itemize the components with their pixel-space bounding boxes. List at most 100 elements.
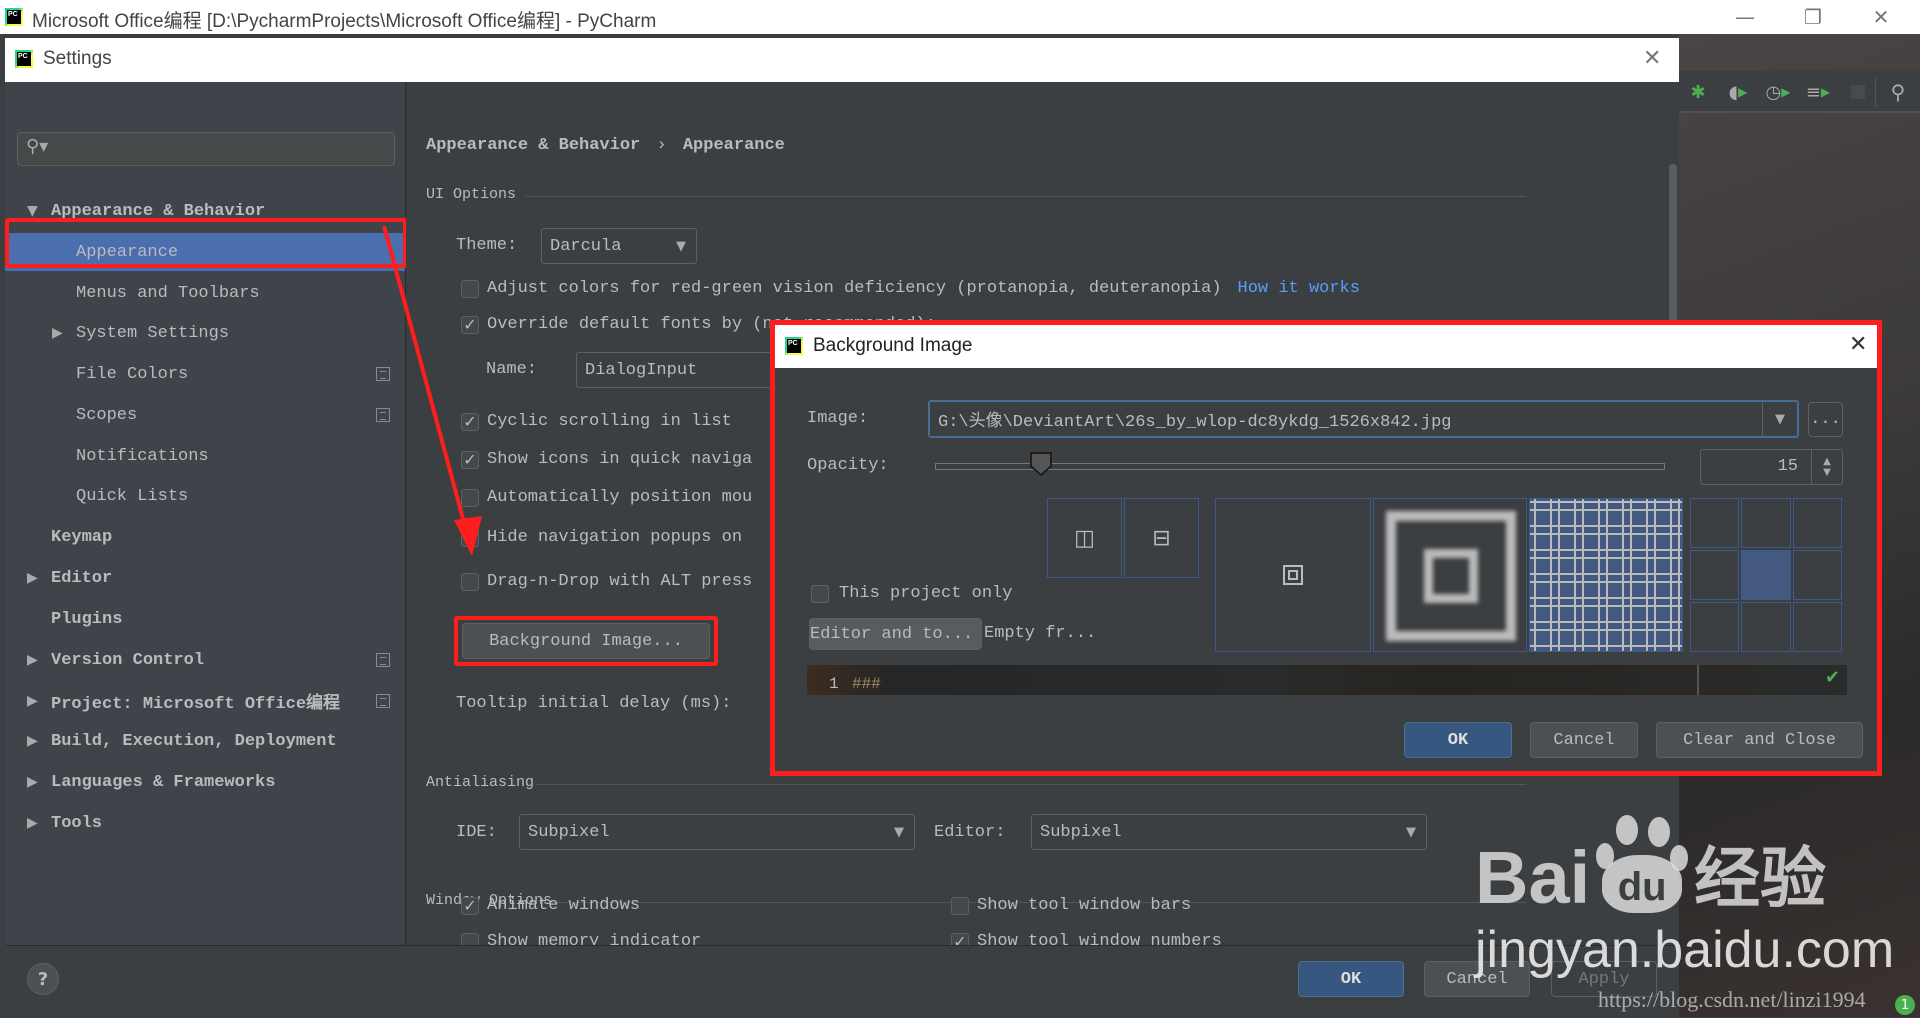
browse-button[interactable]: ... (1808, 402, 1843, 437)
sidebar-item[interactable]: ▶ Editor (5, 559, 405, 597)
background-image-button[interactable]: Background Image... (462, 623, 710, 659)
concurrency-diagram-icon[interactable]: ≡ ▶ (1805, 79, 1831, 105)
help-button[interactable]: ? (27, 963, 59, 995)
anchor-position-grid (1690, 498, 1842, 652)
bg-dialog-close-button[interactable]: ✕ (1849, 332, 1867, 357)
collapsed-arrow-icon[interactable]: ▶ (27, 733, 38, 749)
anchor-cell-top[interactable] (1741, 498, 1791, 548)
collapsed-arrow-icon[interactable]: ▶ (52, 325, 63, 341)
opacity-spinner[interactable]: 15 ▲ ▼ (1700, 449, 1843, 485)
anchor-cell-bottom-right[interactable] (1792, 602, 1842, 652)
target-editor-button[interactable]: Editor and to... (809, 618, 982, 650)
baidu-url-watermark: jingyan.baidu.com (1475, 921, 1895, 979)
flip-horizontal-button[interactable]: ◫ (1047, 498, 1122, 578)
stop-icon[interactable] (1845, 79, 1871, 105)
ui-option-checkbox[interactable] (461, 572, 479, 591)
opacity-slider-track[interactable] (935, 452, 1665, 477)
annotation-arrow-line (382, 225, 468, 531)
settings-ok-button[interactable]: OK (1298, 961, 1404, 997)
spinner-arrows-icon[interactable]: ▲ ▼ (1811, 450, 1842, 484)
sidebar-item[interactable]: ▶ System Settings (5, 314, 405, 352)
ide-aa-select[interactable]: Subpixel ▼ (519, 814, 915, 850)
this-project-only-checkbox[interactable] (811, 584, 829, 603)
anchor-cell-right[interactable] (1792, 550, 1842, 600)
annotation-arrow (382, 225, 482, 556)
bg-dialog-ok-button[interactable]: OK (1404, 722, 1512, 758)
sidebar-item-label: Build, Execution, Deployment (51, 731, 337, 751)
sidebar-item[interactable]: Quick Lists (5, 477, 405, 515)
breadcrumb: Appearance & Behavior › Appearance (426, 136, 785, 155)
editor-aa-value: Subpixel (1040, 822, 1122, 842)
ui-option-label: Cyclic scrolling in list (487, 412, 732, 431)
os-title-bar: Microsoft Office编程 [D:\PycharmProjects\M… (0, 0, 1920, 34)
preview-editor: 1 ### ✔ (807, 665, 1847, 695)
flip-vertical-button[interactable]: ⊟ (1124, 498, 1199, 578)
sidebar-item[interactable]: ▶ Languages & Frameworks (5, 763, 405, 801)
image-path-combobox[interactable]: G:\头像\DeviantArt\26s_by_wlop-dc8ykdg_152… (928, 400, 1799, 438)
sidebar-item-label: Notifications (76, 446, 209, 466)
sidebar-item[interactable]: Keymap (5, 518, 405, 556)
chevron-down-icon[interactable]: ▼ (1762, 402, 1797, 436)
ui-option: ✓ Show icons in quick naviga (461, 450, 752, 469)
window-option-checkbox[interactable] (461, 932, 479, 945)
close-window-button[interactable]: ✕ (1852, 0, 1910, 34)
profile-icon[interactable]: ◷ ▶ (1765, 79, 1791, 105)
restore-icon: ❐ (1804, 5, 1822, 29)
anchor-cell-center[interactable] (1741, 550, 1791, 600)
sidebar-item[interactable]: Scopes (5, 396, 405, 434)
opacity-slider-thumb[interactable] (1030, 452, 1052, 477)
collapsed-arrow-icon[interactable]: ▶ (27, 815, 38, 831)
restore-button[interactable]: ❐ (1784, 0, 1842, 34)
bg-dialog-cancel-button[interactable]: Cancel (1530, 722, 1638, 758)
window-option-checkbox[interactable]: ✓ (951, 932, 969, 945)
sidebar-item-label: Editor (51, 568, 113, 588)
window-option-checkbox[interactable]: ✓ (461, 896, 479, 915)
window-option: ✓ Show tool window numbers (951, 932, 1222, 945)
window-option-checkbox[interactable] (951, 896, 969, 915)
anchor-cell-bottom[interactable] (1741, 602, 1791, 652)
sidebar-item[interactable]: Menus and Toolbars (5, 274, 405, 312)
how-it-works-link[interactable]: How it works (1238, 279, 1360, 298)
anchor-cell-top-right[interactable] (1792, 498, 1842, 548)
anchor-cell-bottom-left[interactable] (1690, 602, 1740, 652)
anchor-cell-top-left[interactable] (1690, 498, 1740, 548)
collapsed-arrow-icon[interactable]: ▶ (27, 774, 38, 790)
sidebar-item-label: Scopes (76, 405, 138, 425)
sidebar-item[interactable]: Notifications (5, 437, 405, 475)
anchor-cell-left[interactable] (1690, 550, 1740, 600)
run-with-coverage-icon[interactable]: ◖ ▶ (1725, 79, 1751, 105)
this-project-only-option: This project only (811, 584, 1012, 603)
expanded-arrow-icon[interactable]: ▼ (27, 203, 38, 219)
section-title-antialiasing: Antialiasing (426, 774, 535, 791)
settings-footer: ? OK Cancel Apply (5, 945, 1679, 1018)
fill-center-option[interactable] (1215, 498, 1371, 652)
breadcrumb-separator: › (656, 136, 667, 155)
sidebar-item-label: System Settings (76, 323, 230, 343)
sidebar-item[interactable]: ▶ Build, Execution, Deployment (5, 722, 405, 760)
event-log-badge[interactable]: 1 (1895, 995, 1915, 1015)
debug-icon[interactable]: ✱ (1685, 79, 1711, 105)
collapsed-arrow-icon[interactable]: ▶ (27, 693, 38, 709)
sidebar-item[interactable]: ▶ Tools (5, 804, 405, 842)
sidebar-item[interactable]: File Colors (5, 355, 405, 393)
pycharm-logo-icon (15, 50, 33, 68)
breadcrumb-parent[interactable]: Appearance & Behavior (426, 136, 640, 155)
settings-close-button[interactable]: ✕ (1643, 46, 1661, 71)
settings-search-field[interactable]: ⚲▾ (17, 132, 395, 166)
collapsed-arrow-icon[interactable]: ▶ (27, 652, 38, 668)
sidebar-item[interactable]: ▶ Project: Microsoft Office编程 (5, 682, 405, 720)
sidebar-item[interactable]: ▶ Version Control (5, 641, 405, 679)
fill-scale-option[interactable] (1373, 498, 1527, 652)
theme-select[interactable]: Darcula ▼ (541, 228, 697, 264)
annotation-arrow-head (454, 516, 482, 556)
editor-aa-select[interactable]: Subpixel ▼ (1031, 814, 1427, 850)
sidebar-item[interactable]: Plugins (5, 600, 405, 638)
search-everywhere-icon[interactable]: ⚲ (1885, 79, 1911, 105)
fill-tile-option[interactable] (1529, 498, 1683, 652)
target-empty-frame-text[interactable]: Empty fr... (984, 624, 1096, 643)
settings-search-input[interactable] (58, 137, 382, 163)
collapsed-arrow-icon[interactable]: ▶ (27, 570, 38, 586)
clear-and-close-button[interactable]: Clear and Close (1656, 722, 1863, 758)
minimize-button[interactable]: — (1716, 0, 1774, 34)
baidu-brand-text: Bai (1475, 836, 1591, 919)
